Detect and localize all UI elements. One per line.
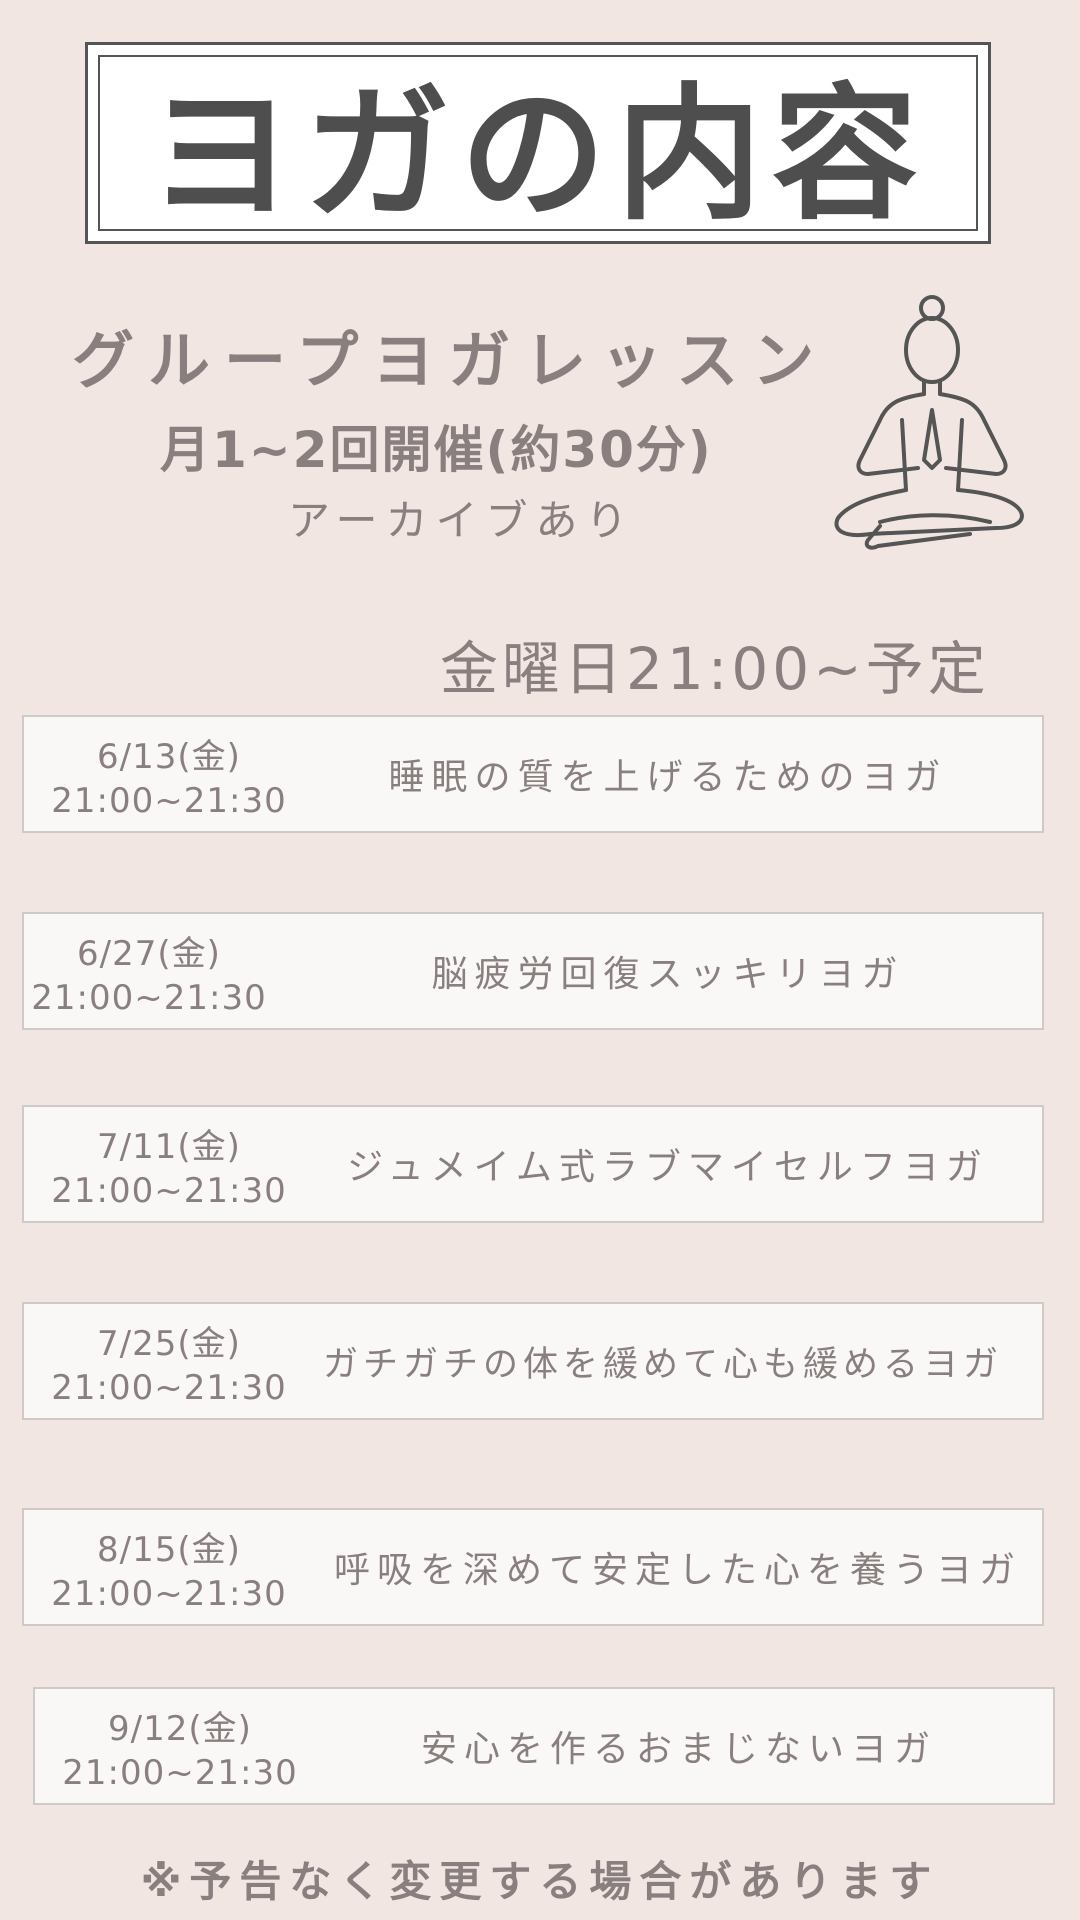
page-title: ヨガの内容 [148,70,928,240]
session-card: 6/13(金) 21:00~21:30 睡眠の質を上げるためのヨガ [22,715,1044,833]
session-time: 21:00~21:30 [51,1574,287,1614]
session-datetime: 9/12(金) 21:00~21:30 [55,1707,305,1795]
session-topic: 睡眠の質を上げるためのヨガ [388,757,948,798]
session-topic: 安心を作るおまじないヨガ [420,1729,937,1770]
session-datetime: 8/15(金) 21:00~21:30 [44,1528,294,1616]
session-date: 7/25(金) [97,1324,241,1364]
lesson-name: グループヨガレッスン [72,324,829,397]
session-date: 6/27(金) [77,934,221,974]
session-time: 21:00~21:30 [62,1753,298,1793]
session-date: 9/12(金) [108,1709,252,1749]
session-date: 6/13(金) [97,737,241,777]
session-card: 8/15(金) 21:00~21:30 呼吸を深めて安定した心を養うヨガ [22,1508,1044,1626]
session-datetime: 6/13(金) 21:00~21:30 [44,735,294,823]
session-date: 7/11(金) [97,1127,241,1167]
session-card: 9/12(金) 21:00~21:30 安心を作るおまじないヨガ [33,1687,1055,1805]
session-datetime: 7/25(金) 21:00~21:30 [44,1322,294,1410]
session-topic: 呼吸を深めて安定した心を養うヨガ [333,1550,1022,1591]
session-datetime: 6/27(金) 21:00~21:30 [24,932,274,1020]
session-topic: ジュメイム式ラブマイセルフヨガ [347,1147,989,1188]
session-card: 7/25(金) 21:00~21:30 ガチガチの体を緩めて心も緩めるヨガ [22,1302,1044,1420]
session-time: 21:00~21:30 [51,1171,287,1211]
meditating-woman-icon [834,295,1024,550]
session-card: 6/27(金) 21:00~21:30 脳疲労回復スッキリヨガ [22,912,1044,1030]
session-time: 21:00~21:30 [31,978,267,1018]
lesson-frequency: 月1~2回開催(約30分) [160,421,713,479]
schedule-note: 金曜日21:00~予定 [440,635,990,703]
session-datetime: 7/11(金) 21:00~21:30 [44,1125,294,1213]
session-topic: ガチガチの体を緩めて心も緩めるヨガ [322,1344,1003,1385]
session-date: 8/15(金) [97,1530,241,1570]
session-time: 21:00~21:30 [51,1368,287,1408]
session-time: 21:00~21:30 [51,781,287,821]
lesson-archive: アーカイブあり [288,496,636,545]
session-topic: 脳疲労回復スッキリヨガ [431,954,905,995]
session-card: 7/11(金) 21:00~21:30 ジュメイム式ラブマイセルフヨガ [22,1105,1044,1223]
footer-note: ※予告なく変更する場合があります [140,1857,940,1906]
title-banner: ヨガの内容 [85,42,991,244]
